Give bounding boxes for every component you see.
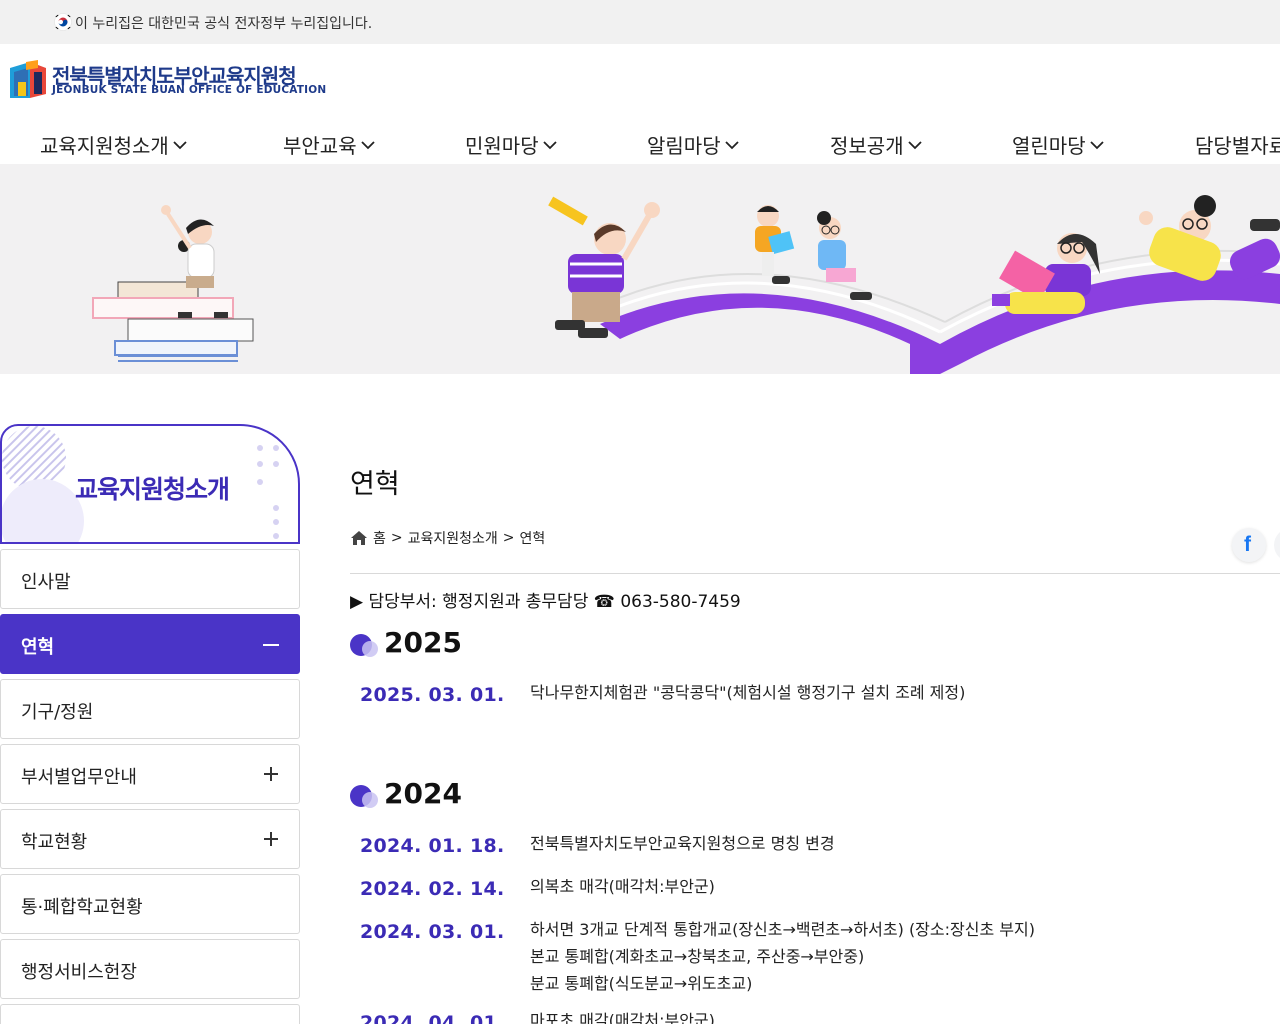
sidebar-item-more[interactable]	[0, 1004, 300, 1024]
year-heading: 2025	[350, 626, 462, 659]
event-line: 본교 통폐합(계화초교→창북초교, 주산중→부안중)	[530, 947, 865, 966]
site-header: 전북특별자치도부안교육지원청 JEONBUK STATE BUAN OFFICE…	[0, 44, 1280, 120]
sidebar-item-department-guide[interactable]: 부서별업무안내	[0, 744, 300, 804]
event-line: 전북특별자치도부안교육지원청으로 명칭 변경	[530, 834, 835, 853]
minus-icon	[263, 644, 279, 646]
gov-notice-text: 이 누리집은 대한민국 공식 전자정부 누리집입니다.	[75, 16, 373, 32]
gnb-item-info[interactable]: 정보공개	[830, 130, 924, 159]
breadcrumb-home[interactable]: 홈	[373, 528, 386, 548]
event-text: 전북특별자치도부안교육지원청으로 명칭 변경	[530, 830, 835, 857]
chevron-down-icon	[907, 140, 922, 149]
share-button[interactable]	[1274, 528, 1280, 562]
sidebar-item-school-status[interactable]: 학교현황	[0, 809, 300, 869]
chevron-down-icon	[360, 140, 375, 149]
year-heading: 2024	[350, 777, 462, 810]
global-nav: 교육지원청소개 부안교육 민원마당 알림마당 정보공개 열린마당 담당별자료	[0, 120, 1280, 164]
sidebar-item-history[interactable]: 연혁	[0, 614, 300, 674]
bullet-icon	[350, 782, 380, 808]
sidebar-item-label: 학교현황	[21, 832, 88, 853]
event-date: 2024. 04. 01.	[360, 1012, 505, 1024]
event-line: 분교 통폐합(식도분교→위도초교)	[530, 974, 753, 993]
sidebar-item-organization[interactable]: 기구/정원	[0, 679, 300, 739]
event-date: 2025. 03. 01.	[360, 684, 505, 706]
breadcrumb: 홈 > 교육지원청소개 > 연혁	[350, 528, 545, 548]
event-line: 닥나무한지체험관 "콩닥콩닥"(체험시설 행정기구 설치 조례 제정)	[530, 683, 966, 702]
sidebar-item-label: 행정서비스헌장	[21, 962, 137, 983]
logo-icon[interactable]	[8, 58, 48, 102]
gnb-label: 정보공개	[830, 134, 904, 158]
event-line: 의복초 매각(매각처:부안군)	[530, 877, 715, 896]
gnb-item-open[interactable]: 열린마당	[1012, 130, 1106, 159]
gov-notice-bar: 이 누리집은 대한민국 공식 전자정부 누리집입니다.	[0, 0, 1280, 44]
gnb-label: 열린마당	[1012, 134, 1086, 158]
event-text: 의복초 매각(매각처:부안군)	[530, 873, 715, 900]
sidebar-item-merged-schools[interactable]: 통·폐합학교현황	[0, 874, 300, 934]
chevron-down-icon	[1089, 140, 1104, 149]
sidebar-header: 교육지원청소개	[0, 424, 300, 544]
plus-icon	[264, 767, 278, 781]
sidebar-item-label: 통·폐합학교현황	[21, 897, 143, 918]
gnb-label: 교육지원청소개	[40, 134, 169, 158]
gnb-item-buan-edu[interactable]: 부안교육	[283, 130, 377, 159]
breadcrumb-current: 연혁	[519, 531, 546, 547]
event-text: 닥나무한지체험관 "콩닥콩닥"(체험시설 행정기구 설치 조례 제정)	[530, 679, 965, 706]
bullet-icon	[350, 631, 380, 657]
event-date: 2024. 01. 18.	[360, 835, 505, 857]
sidebar-item-label: 인사말	[21, 572, 71, 593]
gnb-label: 민원마당	[465, 134, 539, 158]
sidebar-item-label: 연혁	[21, 637, 55, 658]
department-info: ▶ 담당부서: 행정지원과 총무담당 ☎ 063-580-7459	[350, 592, 741, 612]
sidebar-item-greeting[interactable]: 인사말	[0, 549, 300, 609]
gnb-item-civil[interactable]: 민원마당	[465, 130, 559, 159]
home-icon[interactable]	[350, 530, 368, 546]
event-text: 마포초 매각(매각처:부안군)	[530, 1007, 715, 1024]
gnb-item-data[interactable]: 담당별자료	[1195, 130, 1280, 159]
sidebar-item-label: 부서별업무안내	[21, 767, 137, 788]
breadcrumb-separator: >	[390, 530, 403, 546]
sidebar-title: 교육지원청소개	[74, 475, 230, 504]
sidebar-item-label: 기구/정원	[21, 702, 94, 723]
gnb-label: 알림마당	[647, 134, 721, 158]
breadcrumb-section[interactable]: 교육지원청소개	[408, 528, 498, 548]
chevron-down-icon	[542, 140, 557, 149]
event-line: 하서면 3개교 단계적 통합개교(장신초→백련초→하서초) (장소:장신초 부지…	[530, 920, 1035, 939]
event-line: 마포초 매각(매각처:부안군)	[530, 1011, 715, 1024]
page-title: 연혁	[350, 469, 400, 500]
chevron-down-icon	[173, 140, 187, 149]
plus-icon	[264, 832, 278, 846]
divider	[350, 573, 1280, 574]
hero-banner	[0, 164, 1280, 374]
korea-flag-icon	[54, 13, 72, 31]
logo-english: JEONBUK STATE BUAN OFFICE OF EDUCATION	[52, 84, 327, 96]
gnb-label: 담당별자료	[1195, 134, 1280, 158]
breadcrumb-separator: >	[502, 530, 515, 546]
year-label: 2024	[384, 777, 462, 810]
gnb-item-about[interactable]: 교육지원청소개	[40, 130, 189, 159]
event-date: 2024. 02. 14.	[360, 878, 505, 900]
facebook-share-button[interactable]: f	[1232, 528, 1266, 562]
gnb-label: 부안교육	[283, 134, 357, 158]
event-text: 하서면 3개교 단계적 통합개교(장신초→백련초→하서초) (장소:장신초 부지…	[530, 916, 1035, 997]
facebook-icon: f	[1244, 533, 1251, 556]
banner-illustration	[92, 195, 1280, 374]
event-date: 2024. 03. 01.	[360, 921, 505, 943]
sidebar-item-service-charter[interactable]: 행정서비스헌장	[0, 939, 300, 999]
gnb-item-notice[interactable]: 알림마당	[647, 130, 741, 159]
chevron-down-icon	[724, 140, 739, 149]
year-label: 2025	[384, 626, 462, 659]
